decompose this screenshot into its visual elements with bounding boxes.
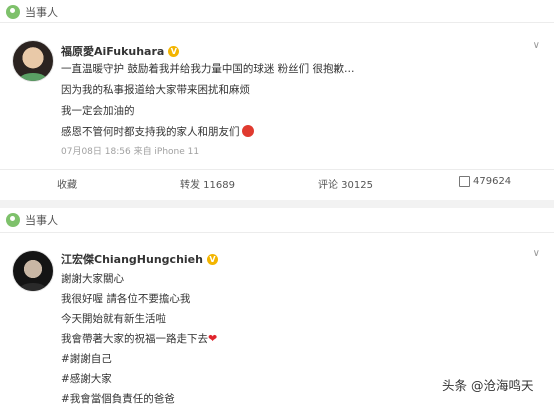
avatar[interactable] <box>12 250 54 292</box>
post-text-line: 謝謝大家關心 <box>61 273 124 285</box>
author-name-row[interactable]: 福原愛AiFukuhara V <box>61 43 180 59</box>
location-pin-icon <box>6 213 20 227</box>
action-bar: 收藏 转发 11689 评论 30125 479624 <box>0 172 554 194</box>
verified-badge-icon: V <box>206 253 218 265</box>
post-text: 我會帶著大家的祝福一路走下去 <box>61 333 208 345</box>
like-button[interactable]: 479624 <box>459 176 511 187</box>
post-text: 感恩不管何时都支持我的家人和朋友们 <box>61 126 240 138</box>
avatar[interactable] <box>12 40 54 82</box>
post-text-line-with-emoji: 感恩不管何时都支持我的家人和朋友们 <box>61 124 254 139</box>
thumbs-up-icon <box>459 176 470 187</box>
author-name-row[interactable]: 江宏傑ChiangHungchieh V <box>61 251 218 267</box>
author-name[interactable]: 江宏傑ChiangHungchieh <box>61 251 203 267</box>
avatar-figure <box>19 283 47 291</box>
hashtag[interactable]: #感謝大家 <box>61 371 112 386</box>
post-text-line: 我很好喔 請各位不要擔心我 <box>61 293 191 305</box>
avatar-figure <box>19 73 47 81</box>
flower-emoji-icon <box>241 125 254 137</box>
post-tag: 当事人 <box>6 4 58 20</box>
tag-label: 当事人 <box>25 214 58 227</box>
chevron-down-icon[interactable]: ∨ <box>533 248 540 259</box>
chevron-down-icon[interactable]: ∨ <box>533 40 540 51</box>
post-meta: 07月08日 18:56 来自 iPhone 11 <box>61 147 200 157</box>
divider <box>0 232 554 233</box>
post-tag: 当事人 <box>6 212 58 228</box>
verified-badge-icon: V <box>168 45 180 57</box>
like-count: 479624 <box>473 176 512 187</box>
divider <box>0 169 554 170</box>
weibo-post-1: 当事人 福原愛AiFukuhara V ∨ 一直温暖守护 鼓励着我并给我力量中国… <box>0 0 554 200</box>
post-text-line-with-emoji: 我會帶著大家的祝福一路走下去❤ <box>61 331 217 346</box>
source-watermark: 头条 @沧海鸣天 <box>442 378 534 393</box>
repost-button[interactable]: 转发 11689 <box>180 176 235 191</box>
location-pin-icon <box>6 5 20 19</box>
feed-gap <box>0 200 554 208</box>
heart-emoji-icon: ❤ <box>208 332 218 345</box>
hashtag[interactable]: #我會當個負責任的爸爸 <box>61 391 175 406</box>
post-text-line: 我一定会加油的 <box>61 105 135 117</box>
comment-button[interactable]: 评论 30125 <box>318 176 373 191</box>
collect-button[interactable]: 收藏 <box>57 176 77 191</box>
post-text-line: 一直温暖守护 鼓励着我并给我力量中国的球迷 粉丝们 很抱歉… <box>61 63 355 75</box>
author-name[interactable]: 福原愛AiFukuhara <box>61 43 164 59</box>
post-text-line: 因为我的私事报道给大家带来困扰和麻烦 <box>61 84 250 96</box>
tag-label: 当事人 <box>25 6 58 19</box>
divider <box>0 22 554 23</box>
post-text-line: 今天開始就有新生活啦 <box>61 313 166 325</box>
hashtag[interactable]: #謝謝自己 <box>61 351 112 366</box>
